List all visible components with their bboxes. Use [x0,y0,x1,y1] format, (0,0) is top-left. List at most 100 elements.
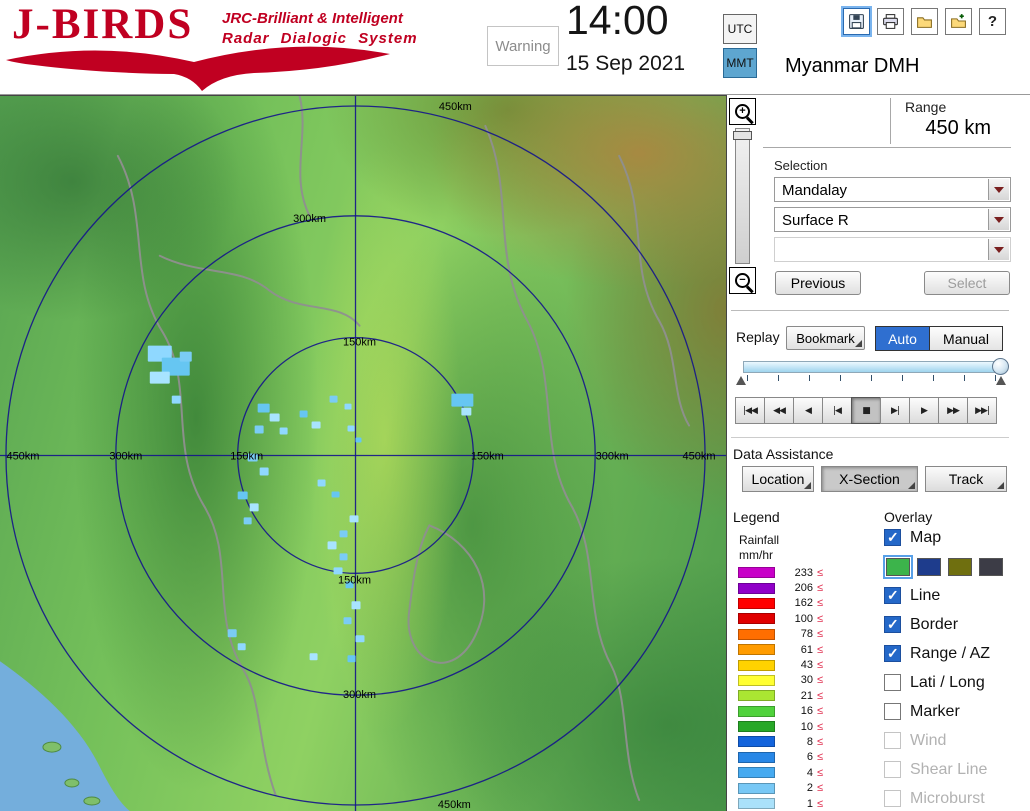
divider [731,310,1009,312]
overlay-checkbox-lati-long[interactable] [884,674,901,691]
zoom-slider[interactable] [733,128,752,264]
map-style-swatch[interactable] [948,557,972,576]
legend-row: 2 ≤ [738,780,823,795]
app-logo-title: J-BIRDS [12,1,194,48]
zoom-in-button[interactable]: + [729,98,756,125]
overlay-checkbox-line[interactable] [884,587,901,604]
radar-echo [171,395,181,404]
playback-step-back-button[interactable]: |◀ [822,397,852,424]
x-section-button[interactable]: X-Section [821,466,918,492]
zoom-out-button[interactable]: − [729,267,756,294]
playback-play-button[interactable]: ▶ [909,397,939,424]
replay-label: Replay [736,329,780,345]
legend-color-swatch [738,674,775,686]
radar-echo [269,413,280,422]
legend-leq-symbol: ≤ [817,582,824,595]
replay-mode-auto-button[interactable]: Auto [876,327,930,350]
timeline-tick [964,375,965,381]
ring-label: 150km [471,450,504,462]
legend-value: 21 [800,689,813,702]
timeline-position-marker[interactable] [996,376,1006,385]
radar-echo [327,541,337,550]
playback-jump-to-end-button[interactable]: ▶▶| [967,397,997,424]
replay-timeline[interactable] [735,357,1011,391]
legend-color-swatch [738,597,775,609]
ring-label: 150km [230,450,263,462]
playback-fast-rewind-button[interactable]: ◀◀ [764,397,794,424]
island [64,778,80,788]
legend-row: 8 ≤ [738,734,823,749]
utc-toggle-button[interactable]: UTC [723,14,757,44]
mmt-toggle-button[interactable]: MMT [723,48,757,78]
dropdown-arrow-icon[interactable] [988,209,1009,230]
select-button[interactable]: Select [924,271,1010,295]
elevation-dropdown[interactable] [774,237,1011,262]
legend-value: 233 [794,566,813,579]
overlay-item-border[interactable]: Border [884,610,1030,639]
legend-leq-symbol: ≤ [817,674,824,687]
legend-value: 43 [800,659,813,672]
overlay-checkbox-marker[interactable] [884,703,901,720]
control-panel: + − Range 450 km Selection Mandalay Surf… [727,95,1030,811]
overlay-item-line[interactable]: Line [884,581,1030,610]
playback-step-forward-button[interactable]: ▶| [880,397,910,424]
overlay-item-marker[interactable]: Marker [884,697,1030,726]
legend-unit-line1: Rainfall [739,533,780,547]
dropdown-arrow-icon[interactable] [988,239,1009,260]
save-button[interactable] [843,8,870,35]
overlay-item-range-az[interactable]: Range / AZ [884,639,1030,668]
legend-value: 16 [800,705,813,718]
radar-echoes [147,345,474,663]
overlay-item-wind: Wind [884,726,1030,755]
clock-date: 15 Sep 2021 [566,52,686,75]
map-style-swatch[interactable] [883,554,913,579]
legend-row: 61 ≤ [738,642,823,657]
help-icon: ? [987,13,998,30]
radar-echo [347,655,356,663]
open-folder-button[interactable] [911,8,938,35]
help-button[interactable]: ? [979,8,1006,35]
legend-row: 78 ≤ [738,627,823,642]
overlay-label-range-az: Range / AZ [910,644,991,662]
timeline-start-marker[interactable] [736,376,746,385]
previous-button[interactable]: Previous [775,271,861,295]
playback-fast-forward-button[interactable]: ▶▶ [938,397,968,424]
overlay-label-line: Line [910,586,941,604]
replay-mode-manual-button[interactable]: Manual [930,327,1002,350]
bookmark-button[interactable]: Bookmark [786,326,865,350]
export-button[interactable] [945,8,972,35]
playback-jump-to-start-button[interactable]: |◀◀ [735,397,765,424]
overlay-item-lati-long[interactable]: Lati / Long [884,668,1030,697]
overlay-checkbox-range-az[interactable] [884,645,901,662]
track-button[interactable]: Track [925,466,1007,492]
dropdown-arrow-icon[interactable] [988,179,1009,200]
timeline-track[interactable] [743,361,997,373]
playback-play-reverse-button[interactable]: ◀ [793,397,823,424]
radar-echo [355,635,365,643]
map-style-swatch[interactable] [979,557,1003,576]
playback-stop-button[interactable]: ■ [851,397,881,424]
overlay-item-map[interactable]: Map [884,523,1030,552]
zoom-slider-thumb[interactable] [733,131,752,140]
print-icon [883,14,898,29]
site-dropdown[interactable]: Mandalay [774,177,1011,202]
radar-echo [299,410,308,418]
print-button[interactable] [877,8,904,35]
location-button[interactable]: Location [742,466,814,492]
legend-leq-symbol: ≤ [817,720,824,733]
overlay-checkbox-border[interactable] [884,616,901,633]
header: J-BIRDS JRC-Brilliant & Intelligent Rada… [0,0,1030,95]
overlay-checkbox-map[interactable] [884,529,901,546]
range-label: Range [905,99,947,115]
legend-value: 6 [806,751,813,764]
radar-echo [279,427,288,435]
legend-leq-symbol: ≤ [817,705,824,718]
open-folder-icon [917,17,932,28]
legend-row: 30 ≤ [738,673,823,688]
radar-echo [339,530,348,538]
product-dropdown[interactable]: Surface R [774,207,1011,232]
timeline-thumb[interactable] [992,358,1009,375]
radar-map[interactable]: 450km 300km 150km 450km 300km 150km 150km 300km… [0,95,727,811]
map-style-swatch[interactable] [917,557,941,576]
legend-value: 100 [794,612,813,625]
